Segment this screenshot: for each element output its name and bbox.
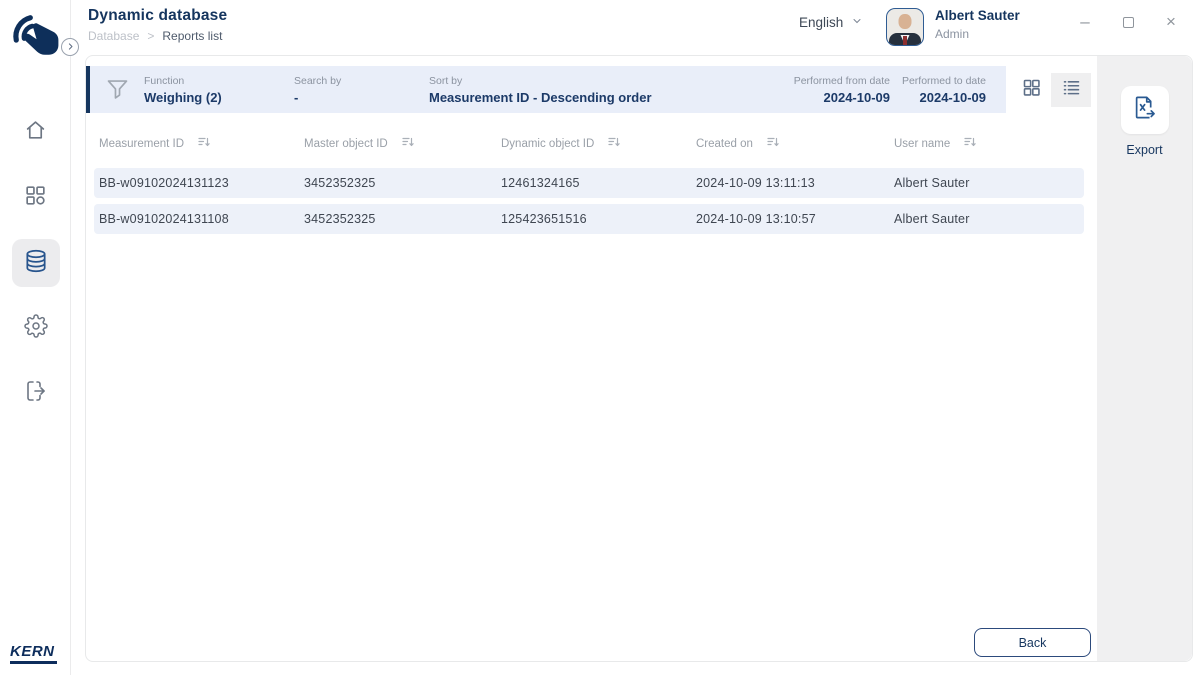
- reports-main: Function Weighing (2) Search by - Sort b…: [86, 56, 1097, 661]
- content-card: Function Weighing (2) Search by - Sort b…: [85, 55, 1193, 662]
- sort-icon[interactable]: [767, 136, 779, 151]
- filter-label: Function: [144, 74, 185, 87]
- page-header: Dynamic database Database > Reports list: [88, 7, 227, 43]
- cell-measurement-id: BB-w09102024131108: [99, 212, 229, 226]
- column-header-label: Master object ID: [304, 137, 388, 150]
- list-view-button[interactable]: [1051, 73, 1091, 107]
- column-header-label: Measurement ID: [99, 137, 185, 150]
- column-header-master-object-id[interactable]: Master object ID: [299, 136, 496, 151]
- database-icon: [23, 248, 49, 279]
- filter-value: 2024-10-09: [823, 89, 891, 105]
- filter-value: Measurement ID - Descending order: [429, 89, 652, 105]
- filter-label: Search by: [294, 74, 342, 87]
- list-view-icon: [1061, 77, 1082, 103]
- filter-field-performed-to: Performed to date 2024-10-09: [890, 75, 1006, 105]
- chevron-down-icon: [851, 15, 863, 30]
- sidebar-item-logout[interactable]: [12, 369, 60, 417]
- minimize-button[interactable]: –: [1078, 12, 1092, 31]
- sidebar-item-settings[interactable]: [12, 304, 60, 352]
- filter-field-performed-from: Performed from date 2024-10-09: [725, 75, 890, 105]
- grid-view-icon: [1021, 77, 1042, 103]
- filter-funnel-icon: [90, 76, 144, 103]
- cell-created-on: 2024-10-09 13:11:13: [696, 176, 815, 190]
- export-button[interactable]: [1120, 86, 1169, 134]
- user-name: Albert Sauter: [935, 8, 1020, 23]
- export-panel: Export: [1097, 56, 1192, 661]
- maximize-icon: [1122, 16, 1134, 28]
- home-icon: [23, 118, 48, 148]
- gear-icon: [23, 313, 48, 343]
- filter-summary-bar[interactable]: Function Weighing (2) Search by - Sort b…: [86, 66, 1006, 113]
- filter-label: Performed to date: [901, 74, 986, 87]
- cell-master-object-id: 3452352325: [304, 212, 376, 226]
- cell-dynamic-object-id: 125423651516: [501, 212, 587, 226]
- table-header-row: Measurement ID Master object ID Dynamic …: [94, 136, 1084, 151]
- logout-icon: [24, 379, 48, 408]
- chevron-right-icon: [66, 38, 75, 56]
- user-menu[interactable]: Albert Sauter Admin: [886, 8, 1020, 46]
- column-header-measurement-id[interactable]: Measurement ID: [94, 136, 299, 151]
- breadcrumb-current: Reports list: [162, 29, 223, 43]
- table-body: BB-w09102024131123 3452352325 1246132416…: [94, 168, 1084, 234]
- breadcrumb-parent[interactable]: Database: [88, 29, 139, 43]
- filter-field-function: Function Weighing (2): [144, 75, 294, 105]
- column-header-label: Created on: [696, 137, 753, 150]
- column-header-user-name[interactable]: User name: [889, 136, 1084, 151]
- language-selected-value: English: [799, 15, 844, 30]
- page-title: Dynamic database: [88, 7, 228, 24]
- column-header-dynamic-object-id[interactable]: Dynamic object ID: [496, 136, 691, 151]
- table-row[interactable]: BB-w09102024131123 3452352325 1246132416…: [94, 168, 1084, 198]
- window-controls: – ×: [1078, 12, 1178, 31]
- kern-logo: KERN: [10, 643, 57, 664]
- sidebar: KERN: [0, 0, 71, 675]
- filter-label: Performed from date: [793, 74, 890, 87]
- sidebar-expand-button[interactable]: [61, 38, 79, 56]
- column-header-created-on[interactable]: Created on: [691, 136, 889, 151]
- cell-user-name: Albert Sauter: [894, 176, 970, 190]
- sidebar-item-database[interactable]: [11, 239, 60, 287]
- column-header-label: User name: [894, 137, 951, 150]
- sidebar-item-home[interactable]: [12, 109, 60, 157]
- filter-value: 2024-10-09: [919, 89, 987, 105]
- cell-measurement-id: BB-w09102024131123: [99, 176, 229, 190]
- close-button[interactable]: ×: [1164, 12, 1178, 31]
- grid-view-button[interactable]: [1011, 73, 1051, 107]
- user-role: Admin: [935, 27, 970, 41]
- app-logo-touch-icon: [9, 10, 61, 66]
- filter-field-sort-by: Sort by Measurement ID - Descending orde…: [429, 75, 725, 105]
- sort-icon[interactable]: [402, 136, 414, 151]
- avatar: [886, 8, 924, 46]
- cell-master-object-id: 3452352325: [304, 176, 376, 190]
- cell-created-on: 2024-10-09 13:10:57: [696, 212, 816, 226]
- excel-export-icon: [1131, 94, 1158, 126]
- view-toggle: [1011, 73, 1091, 107]
- breadcrumb-separator: >: [147, 29, 155, 43]
- filter-label: Sort by: [429, 74, 463, 87]
- filter-value: Weighing (2): [144, 89, 222, 105]
- export-label: Export: [1126, 143, 1163, 157]
- table-row[interactable]: BB-w09102024131108 3452352325 1254236515…: [94, 204, 1084, 234]
- sort-icon[interactable]: [198, 136, 210, 151]
- apps-grid-icon: [23, 183, 48, 213]
- maximize-button[interactable]: [1121, 13, 1135, 31]
- sort-icon[interactable]: [608, 136, 621, 151]
- column-header-label: Dynamic object ID: [501, 137, 595, 150]
- filter-value: -: [294, 89, 299, 105]
- filter-field-search-by: Search by -: [294, 75, 429, 105]
- cell-user-name: Albert Sauter: [894, 212, 970, 226]
- breadcrumb: Database > Reports list: [88, 29, 227, 43]
- sort-icon[interactable]: [964, 136, 976, 151]
- cell-dynamic-object-id: 12461324165: [501, 176, 580, 190]
- sidebar-nav: [0, 109, 71, 417]
- sidebar-item-functions[interactable]: [12, 174, 60, 222]
- language-selector[interactable]: English: [799, 15, 863, 30]
- back-button[interactable]: Back: [974, 628, 1091, 657]
